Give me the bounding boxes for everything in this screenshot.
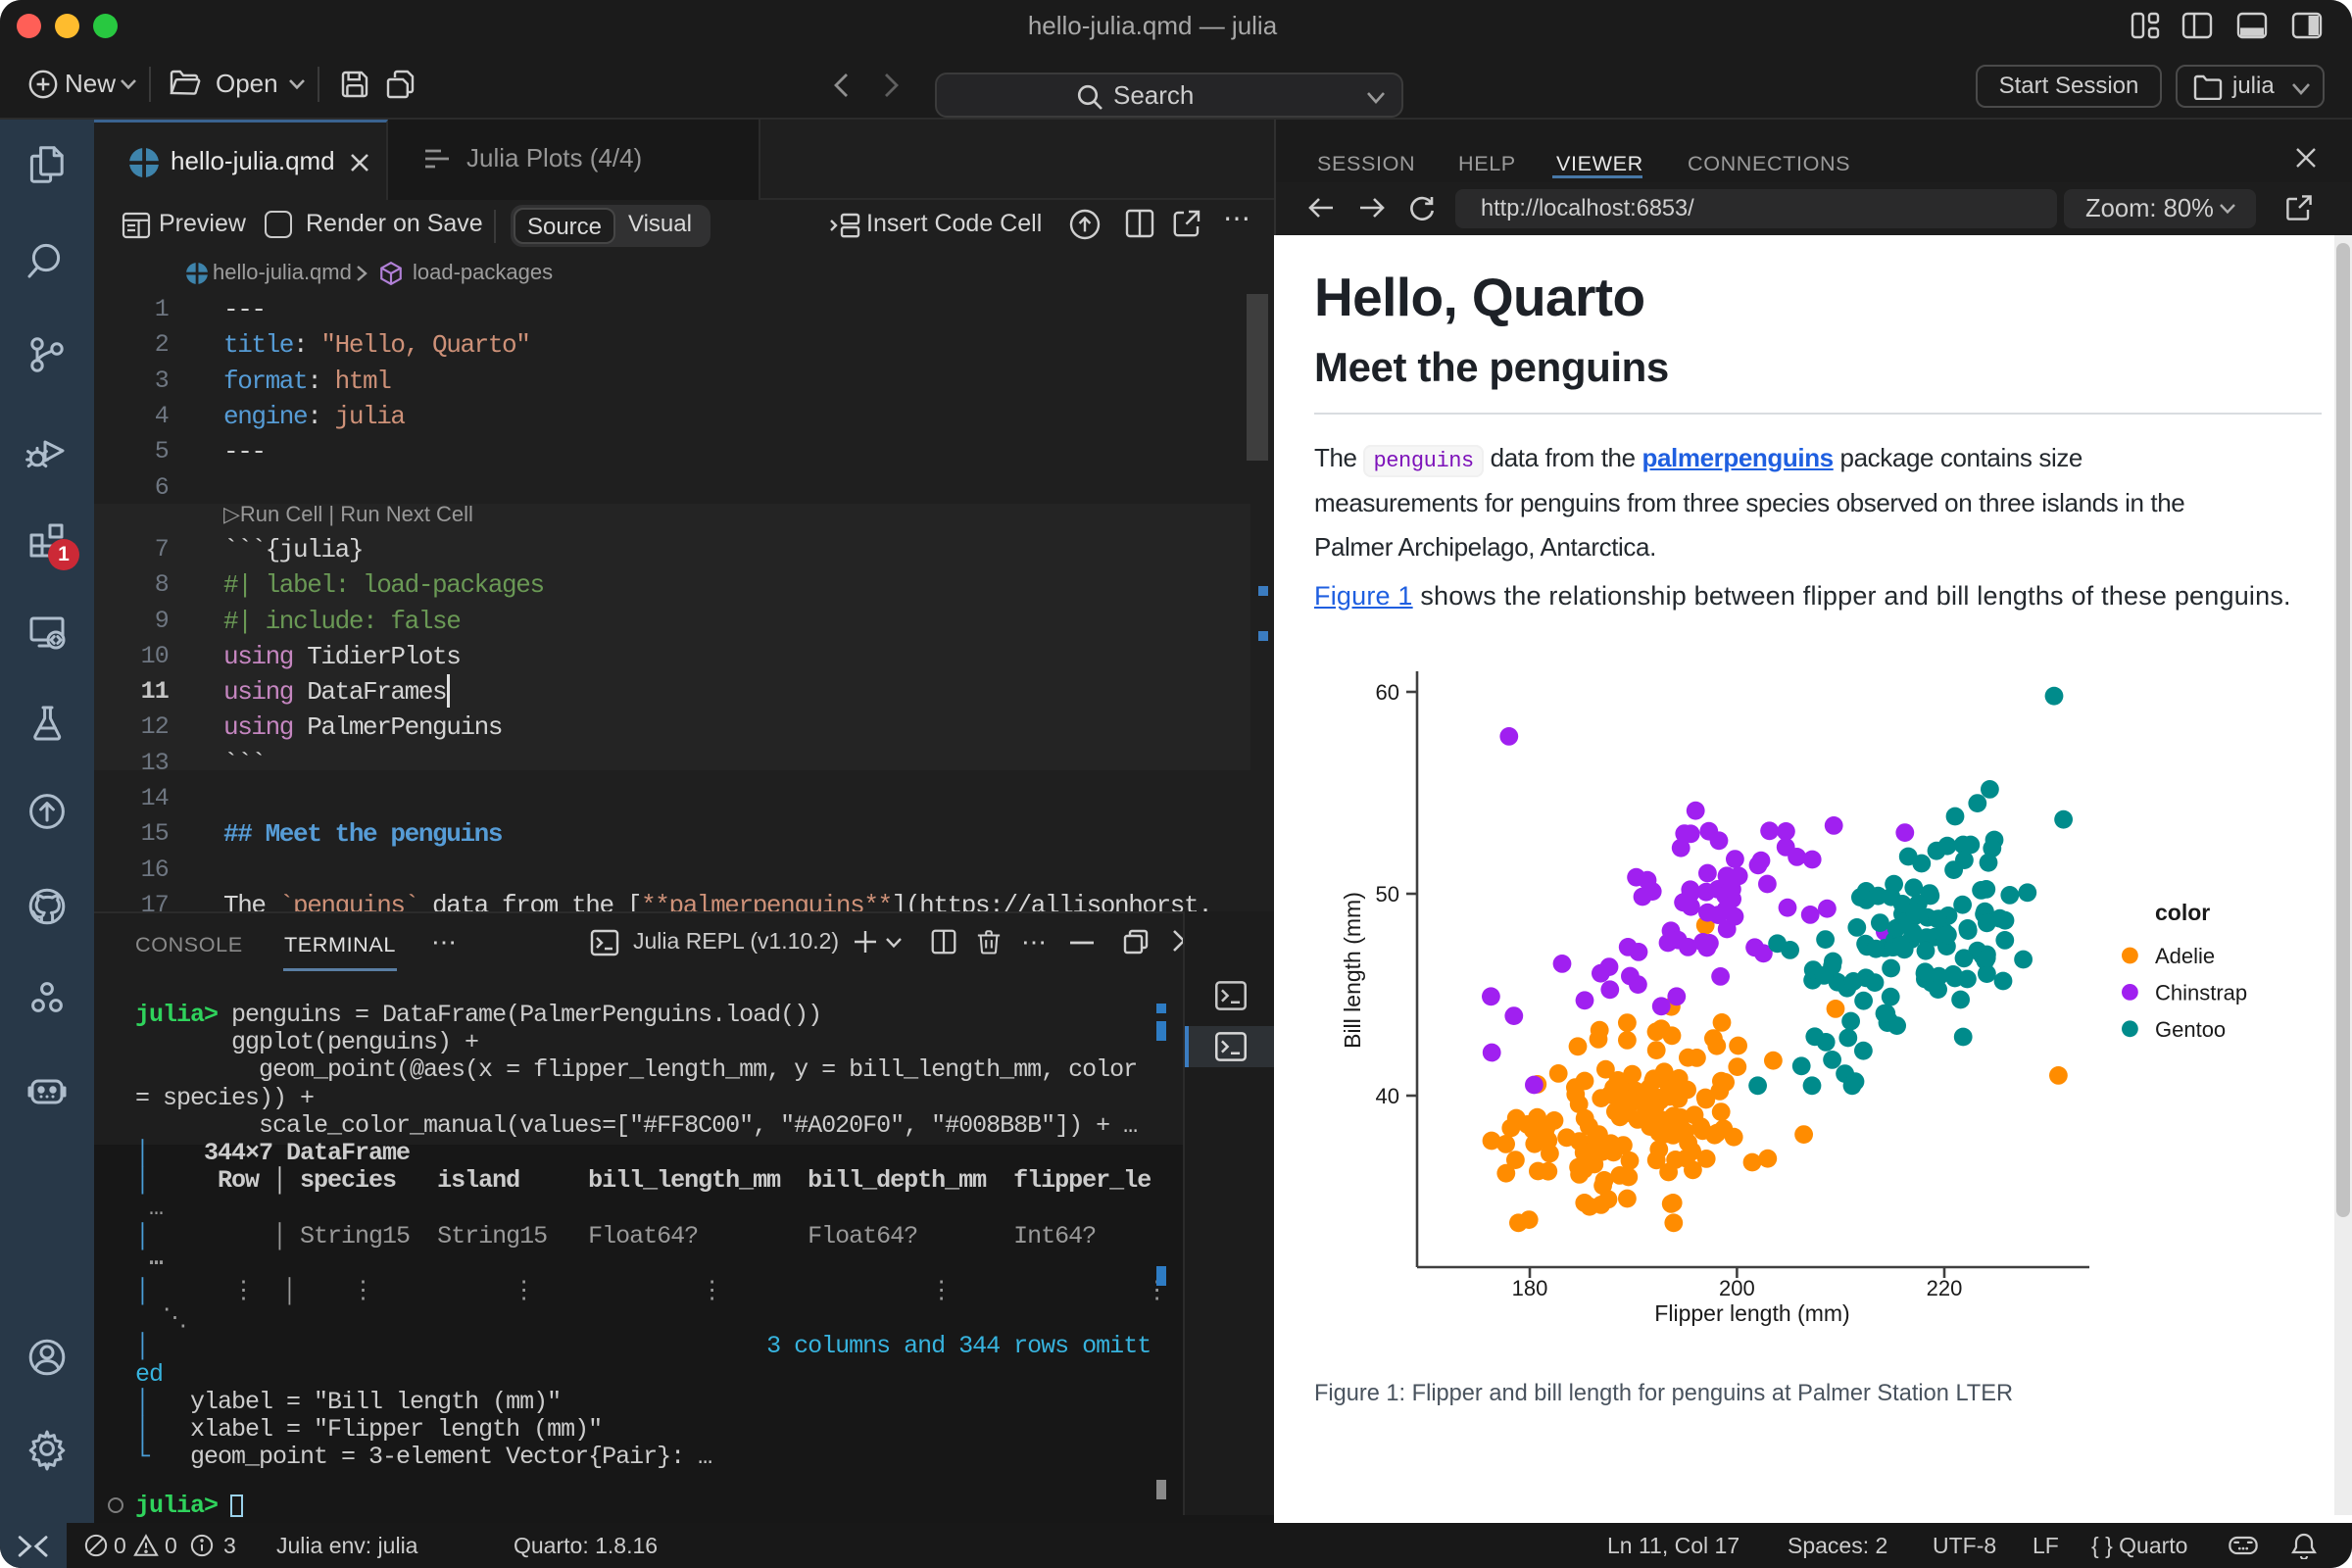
svg-text:Adelie: Adelie bbox=[2155, 944, 2215, 968]
svg-text:40: 40 bbox=[1376, 1084, 1399, 1108]
svg-text:color: color bbox=[2155, 900, 2210, 925]
svg-text:Flipper length (mm): Flipper length (mm) bbox=[1654, 1300, 1849, 1326]
svg-text:50: 50 bbox=[1376, 882, 1399, 906]
svg-text:Bill length (mm): Bill length (mm) bbox=[1340, 892, 1365, 1049]
svg-text:220: 220 bbox=[1927, 1276, 1963, 1300]
svg-text:180: 180 bbox=[1512, 1276, 1548, 1300]
svg-text:200: 200 bbox=[1719, 1276, 1755, 1300]
svg-text:Gentoo: Gentoo bbox=[2155, 1017, 2226, 1042]
svg-text:Chinstrap: Chinstrap bbox=[2155, 980, 2247, 1004]
svg-text:60: 60 bbox=[1376, 680, 1399, 705]
